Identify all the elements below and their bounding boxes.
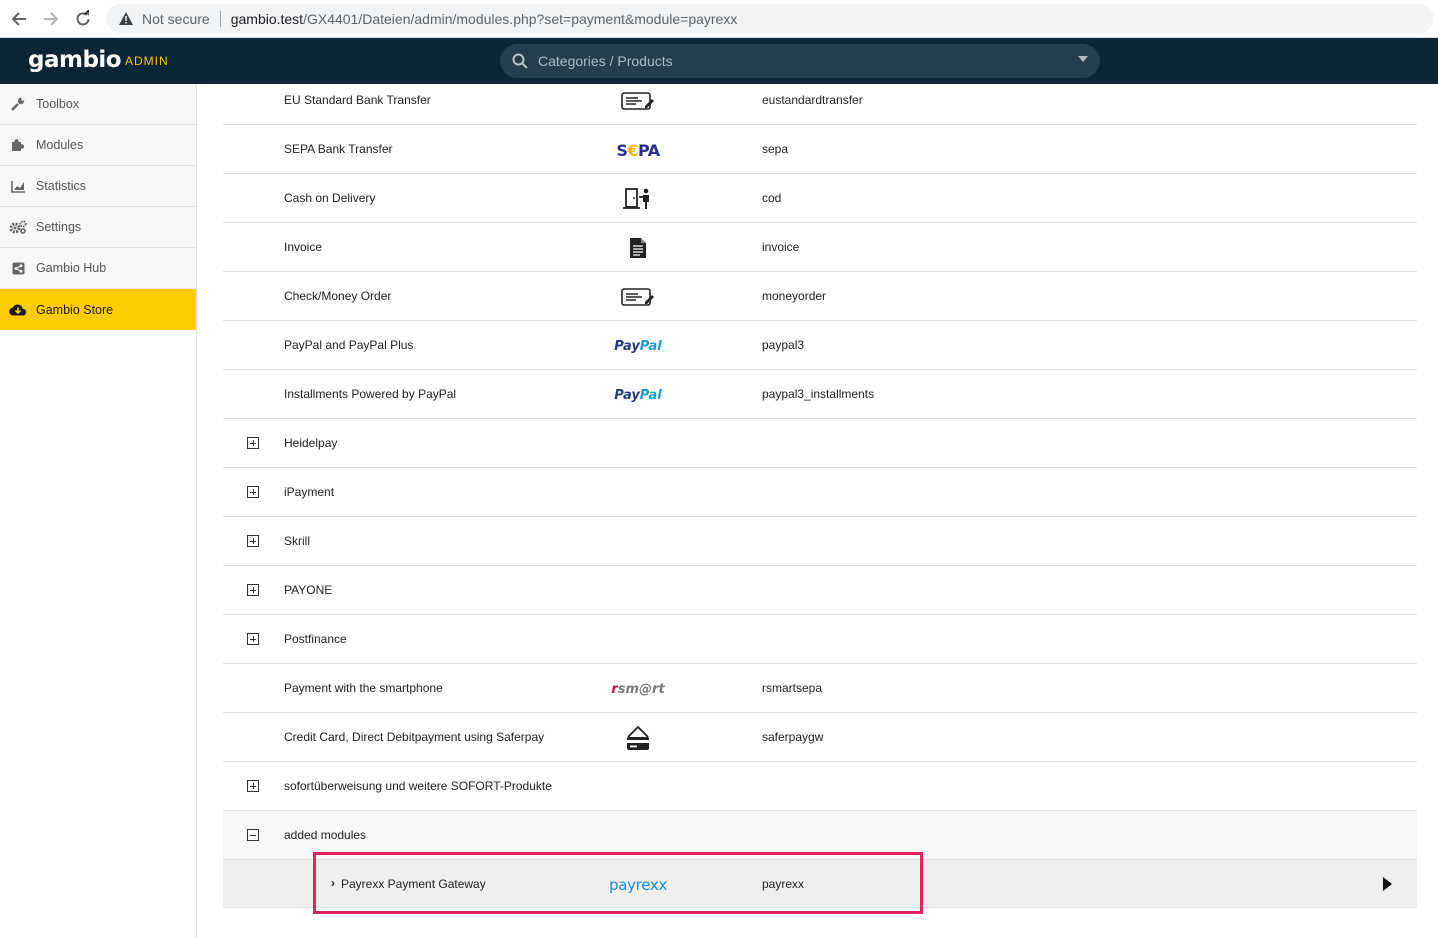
warning-icon — [118, 11, 134, 26]
sidebar-item-gambio-store[interactable]: Gambio Store — [0, 289, 196, 330]
forward-button[interactable] — [35, 3, 67, 35]
module-code: moneyorder — [762, 289, 827, 303]
module-name: EU Standard Bank Transfer — [284, 93, 431, 107]
share-icon — [0, 262, 36, 275]
sidebar: Toolbox Modules Statistics Settings Gamb… — [0, 84, 197, 938]
paypal-logo: Pay Pal — [614, 387, 662, 403]
puzzle-icon — [0, 138, 36, 152]
arrow-left-icon — [11, 11, 26, 26]
wrench-icon — [0, 97, 36, 111]
security-label: Not secure — [142, 10, 210, 27]
expand-icon[interactable] — [247, 633, 259, 645]
expand-icon[interactable] — [247, 780, 259, 792]
module-row-cod[interactable]: Cash on Delivery cod — [223, 174, 1417, 223]
reload-icon — [76, 9, 90, 25]
transfer-icon — [603, 88, 673, 114]
url-host: gambio.test — [230, 10, 304, 27]
sidebar-item-modules[interactable]: Modules — [0, 125, 196, 166]
admin-header: gambio ADMIN — [0, 38, 1438, 84]
delivery-icon — [603, 186, 673, 212]
module-code: sepa — [762, 142, 789, 156]
module-name: PayPal and PayPal Plus — [284, 338, 414, 352]
group-row-payone[interactable]: PAYONE — [223, 566, 1417, 615]
divider — [219, 10, 221, 27]
expand-icon[interactable] — [247, 486, 259, 498]
group-row-skrill[interactable]: Skrill — [223, 517, 1417, 566]
reload-button[interactable] — [67, 3, 99, 35]
invoice-icon — [603, 235, 673, 261]
module-code: rsmartsepa — [762, 681, 823, 695]
module-code: eustandardtransfer — [762, 93, 863, 107]
expand-icon[interactable] — [247, 535, 259, 547]
address-bar[interactable]: Not secure gambio.test/GX4401/Dateien/ad… — [106, 4, 1434, 33]
module-name: Check/Money Order — [284, 289, 392, 303]
module-name: Cash on Delivery — [284, 191, 376, 205]
sidebar-item-label: Settings — [36, 220, 82, 234]
sidebar-item-label: Statistics — [36, 179, 87, 193]
sidebar-item-statistics[interactable]: Statistics — [0, 166, 196, 207]
chart-icon — [0, 180, 36, 193]
sidebar-item-toolbox[interactable]: Toolbox — [0, 84, 196, 125]
collapse-icon[interactable] — [247, 829, 259, 841]
play-arrow-icon[interactable] — [1383, 877, 1392, 891]
sidebar-item-label: Toolbox — [36, 97, 80, 111]
rsmart-logo: r sm@rt — [611, 681, 665, 697]
group-row-postfinance[interactable]: Postfinance — [223, 615, 1417, 664]
module-row-sepa[interactable]: SEPA Bank Transfer S € PA sepa — [223, 125, 1417, 174]
module-code: saferpaygw — [762, 730, 824, 744]
module-row-invoice[interactable]: Invoice invoice — [223, 223, 1417, 272]
group-name: PAYONE — [284, 583, 333, 597]
module-row-moneyorder[interactable]: Check/Money Order moneyorder — [223, 272, 1417, 321]
sidebar-item-label: Gambio Hub — [36, 261, 107, 275]
group-name: iPayment — [284, 485, 335, 499]
sidebar-item-label: Gambio Store — [36, 302, 114, 317]
group-name: Heidelpay — [284, 436, 338, 450]
module-row-paypal3-installments[interactable]: Installments Powered by PayPal Pay Pal pa… — [223, 370, 1417, 419]
search-icon — [512, 53, 528, 69]
group-name: Postfinance — [284, 632, 347, 646]
module-code: paypal3_installments — [762, 387, 875, 401]
sidebar-item-gambio-hub[interactable]: Gambio Hub — [0, 248, 196, 289]
group-name: added modules — [284, 828, 367, 842]
product-search[interactable] — [500, 44, 1100, 78]
module-name: SEPA Bank Transfer — [284, 142, 393, 156]
group-row-ipayment[interactable]: iPayment — [223, 468, 1417, 517]
admin-label: ADMIN — [125, 54, 169, 68]
transfer-icon — [603, 284, 673, 310]
chevron-down-icon[interactable] — [1078, 56, 1088, 62]
arrow-right-icon — [44, 11, 59, 26]
module-name: Invoice — [284, 240, 323, 254]
expand-icon[interactable] — [247, 584, 259, 596]
browser-toolbar: Not secure gambio.test/GX4401/Dateien/ad… — [0, 0, 1438, 38]
module-row-saferpaygw[interactable]: Credit Card, Direct Debitpayment using S… — [223, 713, 1417, 762]
module-row-rsmartsepa[interactable]: Payment with the smartphone r sm@rt rsmar… — [223, 664, 1417, 713]
module-name: Installments Powered by PayPal — [284, 387, 457, 401]
sidebar-item-settings[interactable]: Settings — [0, 207, 196, 248]
gambio-logo[interactable]: gambio — [28, 47, 122, 73]
module-row-eustandardtransfer[interactable]: EU Standard Bank Transfer eustandardtran… — [223, 84, 1417, 125]
expand-icon[interactable] — [247, 437, 259, 449]
gears-icon — [0, 220, 36, 234]
sepa-logo: S € PA — [616, 140, 660, 160]
module-table: EU Standard Bank Transfer eustandardtran… — [223, 84, 1417, 908]
search-input[interactable] — [538, 53, 1038, 69]
paypal-logo: Pay Pal — [614, 338, 662, 354]
highlight-box — [313, 852, 923, 914]
group-row-sofort[interactable]: sofortüberweisung und weitere SOFORT-Pro… — [223, 762, 1417, 811]
module-name: Credit Card, Direct Debitpayment using S… — [284, 730, 545, 744]
group-name: sofortüberweisung und weitere SOFORT-Pro… — [284, 779, 552, 793]
module-name: Payment with the smartphone — [284, 681, 443, 695]
card-icon — [603, 725, 673, 751]
sidebar-item-label: Modules — [36, 138, 84, 152]
module-code: cod — [762, 191, 782, 205]
group-row-heidelpay[interactable]: Heidelpay — [223, 419, 1417, 468]
module-code: invoice — [762, 240, 800, 254]
url-path: /GX4401/Dateien/admin/modules.php?set=pa… — [303, 10, 738, 27]
cloud-download-icon — [0, 303, 36, 316]
module-row-paypal3[interactable]: PayPal and PayPal Plus Pay Pal paypal3 — [223, 321, 1417, 370]
group-name: Skrill — [284, 534, 310, 548]
back-button[interactable] — [3, 3, 35, 35]
module-code: paypal3 — [762, 338, 805, 352]
